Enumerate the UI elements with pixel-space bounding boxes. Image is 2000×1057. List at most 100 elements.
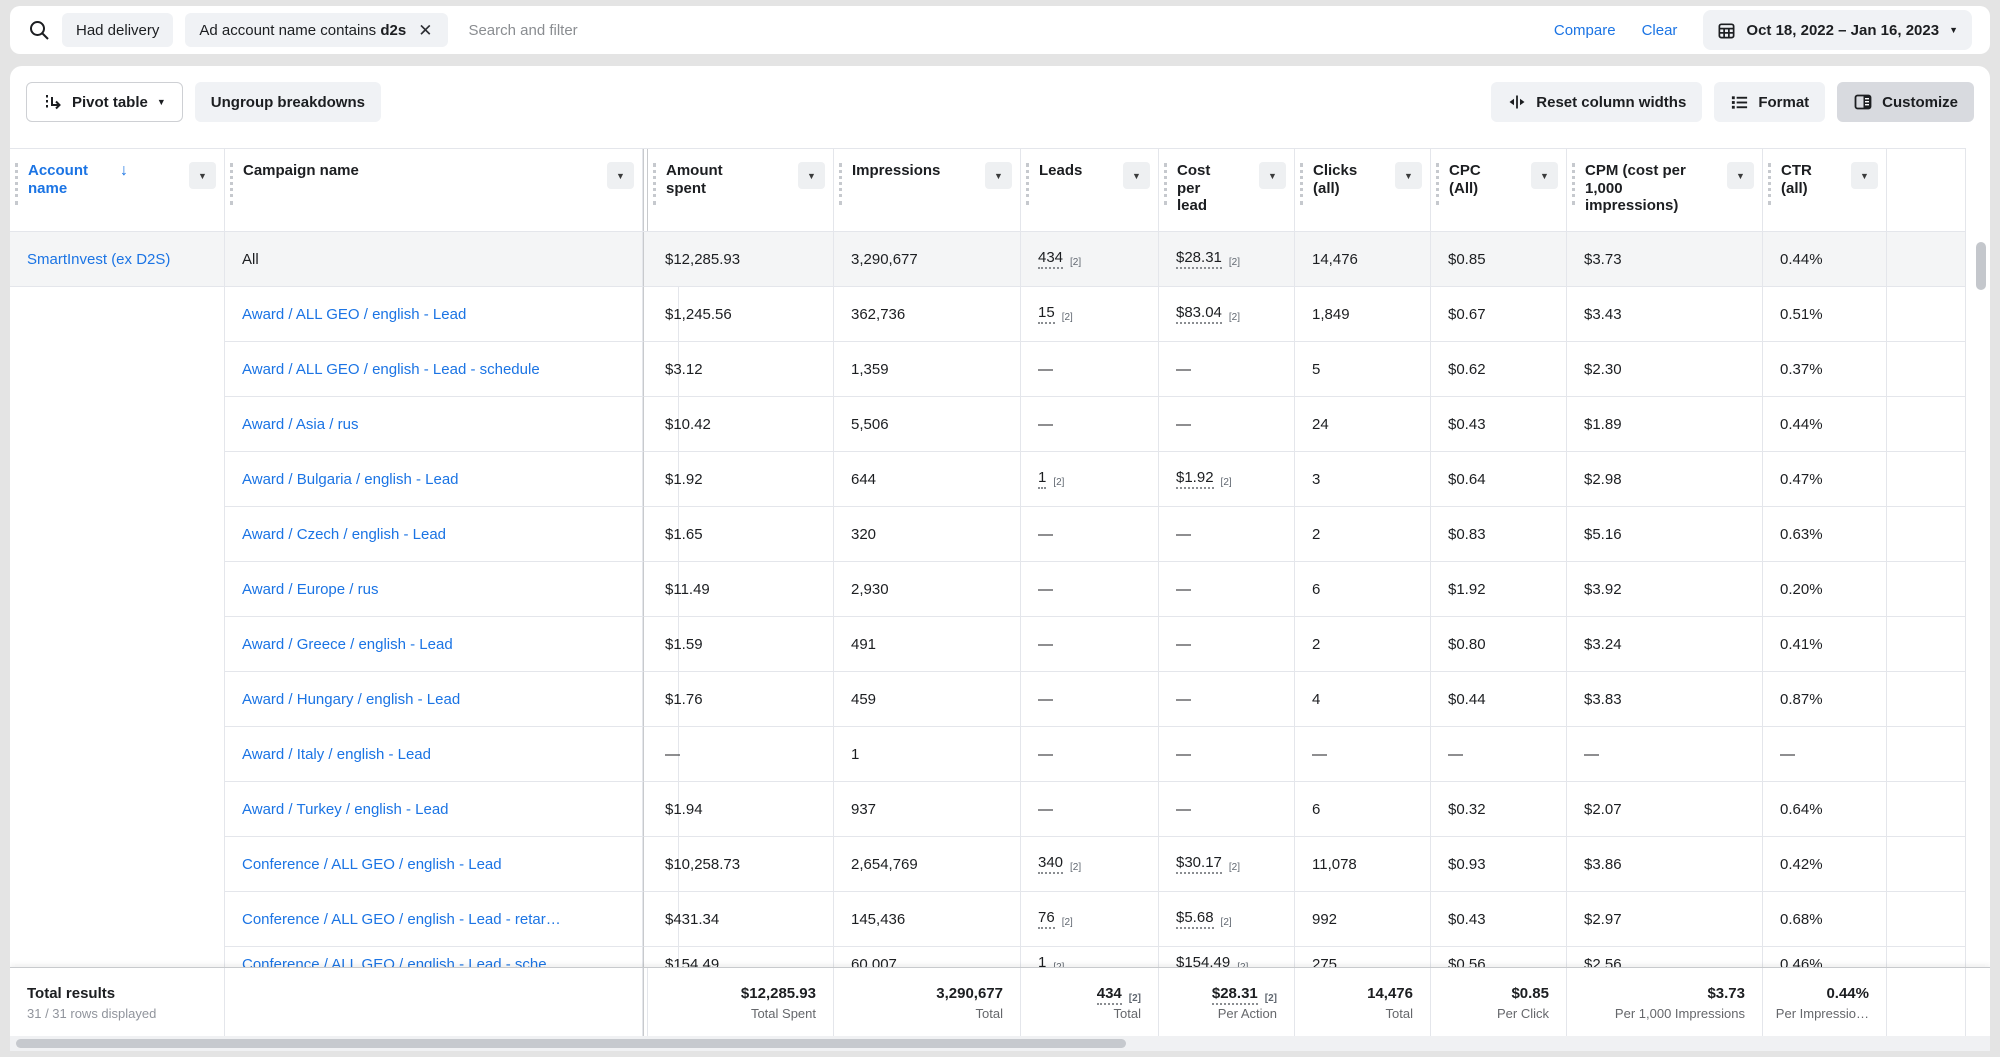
account-name-cell: [10, 892, 225, 947]
table-header-row: Account name ↓ ▼ Campaign name ▼ Amount …: [10, 148, 1966, 232]
column-header-cost-per-lead[interactable]: Cost per lead ▼: [1159, 149, 1295, 231]
metric-value[interactable]: 1: [1038, 954, 1046, 967]
format-button[interactable]: Format: [1714, 82, 1825, 122]
horizontal-scrollbar[interactable]: [10, 1036, 1990, 1051]
metric-cell-impressions: 644: [834, 452, 1021, 507]
column-header-leads[interactable]: Leads ▼: [1021, 149, 1159, 231]
column-menu-button[interactable]: ▼: [1123, 162, 1150, 189]
footer-total-label: Per Impressio…: [1776, 1006, 1869, 1021]
date-range-picker[interactable]: Oct 18, 2022 – Jan 16, 2023 ▼: [1703, 10, 1972, 50]
campaign-name-link[interactable]: Conference / ALL GEO / english - Lead: [242, 856, 502, 873]
campaign-name-link[interactable]: Conference / ALL GEO / english - Lead - …: [242, 956, 562, 968]
metric-cell-impressions: 1,359: [834, 342, 1021, 397]
metric-value: —: [1038, 416, 1053, 433]
campaign-name-link[interactable]: Award / Italy / english - Lead: [242, 746, 431, 763]
column-label: Account name: [28, 162, 114, 197]
footer-total-clicks: 14,476Total: [1295, 968, 1431, 1037]
pivot-table-button[interactable]: Pivot table ▼: [26, 82, 183, 122]
sort-descending-icon[interactable]: ↓: [120, 162, 128, 181]
column-resize-handle[interactable]: [1436, 163, 1439, 205]
metric-value[interactable]: $5.68: [1176, 909, 1214, 929]
column-resize-handle[interactable]: [1768, 163, 1771, 205]
total-results-cell: Total results 31 / 31 rows displayed: [10, 968, 225, 1037]
metric-value[interactable]: $154.49: [1176, 954, 1230, 967]
metric-value[interactable]: $30.17: [1176, 854, 1222, 874]
campaign-name-link[interactable]: Award / Hungary / english - Lead: [242, 691, 460, 708]
campaign-name-link[interactable]: Award / Czech / english - Lead: [242, 526, 446, 543]
filter-chip-had-delivery[interactable]: Had delivery: [62, 13, 173, 47]
search-filter-input[interactable]: [468, 22, 708, 39]
campaign-name-link[interactable]: Award / Bulgaria / english - Lead: [242, 471, 459, 488]
metric-cell-cpm: $3.43: [1567, 287, 1763, 342]
campaign-name-link[interactable]: Award / Greece / english - Lead: [242, 636, 453, 653]
metric-value: $2.97: [1584, 911, 1622, 928]
campaign-name-link[interactable]: Award / Asia / rus: [242, 416, 358, 433]
metric-value[interactable]: 15: [1038, 304, 1055, 324]
clear-link[interactable]: Clear: [1642, 22, 1678, 39]
column-menu-button[interactable]: ▼: [985, 162, 1012, 189]
report-card: Pivot table ▼ Ungroup breakdowns Reset c…: [10, 66, 1990, 1051]
column-menu-button[interactable]: ▼: [1851, 162, 1878, 189]
metric-value[interactable]: $28.31: [1176, 249, 1222, 269]
column-resize-handle[interactable]: [1572, 163, 1575, 205]
metric-value[interactable]: 1: [1038, 469, 1046, 489]
column-resize-handle[interactable]: [1164, 163, 1167, 205]
metric-cell-cpm: $1.89: [1567, 397, 1763, 452]
filter-chip-ad-account[interactable]: Ad account name contains d2s ✕: [185, 13, 448, 47]
metric-cell-cost_per_lead: $28.31[2]: [1159, 232, 1295, 287]
horizontal-scrollbar-thumb[interactable]: [16, 1039, 1126, 1048]
column-menu-button[interactable]: ▼: [189, 162, 216, 189]
column-header-campaign-name[interactable]: Campaign name ▼: [225, 149, 643, 231]
metric-cell-cost_per_lead: —: [1159, 342, 1295, 397]
metric-value[interactable]: 434: [1097, 985, 1122, 1005]
column-resize-handle[interactable]: [230, 163, 233, 205]
ungroup-breakdowns-button[interactable]: Ungroup breakdowns: [195, 82, 381, 122]
campaign-name-link[interactable]: Conference / ALL GEO / english - Lead - …: [242, 911, 561, 928]
metric-value[interactable]: 340: [1038, 854, 1063, 874]
metric-value[interactable]: 76: [1038, 909, 1055, 929]
metric-value[interactable]: $1.92: [1176, 469, 1214, 489]
metric-value: $10.42: [665, 416, 711, 433]
column-header-cpc-all[interactable]: CPC (All) ▼: [1431, 149, 1567, 231]
metric-cell-ctr: 0.87%: [1763, 672, 1887, 727]
vertical-scrollbar-thumb[interactable]: [1976, 242, 1986, 290]
column-resize-handle[interactable]: [839, 163, 842, 205]
metric-value: 5: [1312, 361, 1320, 378]
metric-value: 0.37%: [1780, 361, 1823, 378]
column-resize-handle[interactable]: [15, 163, 18, 205]
column-menu-button[interactable]: ▼: [798, 162, 825, 189]
campaign-name-link[interactable]: Award / ALL GEO / english - Lead - sched…: [242, 361, 540, 378]
column-header-cpm[interactable]: CPM (cost per 1,000 impressions) ▼: [1567, 149, 1763, 231]
campaign-name-text: All: [242, 251, 259, 268]
metric-cell-cost_per_lead: $30.17[2]: [1159, 837, 1295, 892]
column-menu-button[interactable]: ▼: [1395, 162, 1422, 189]
column-header-impressions[interactable]: Impressions ▼: [834, 149, 1021, 231]
customize-button[interactable]: Customize: [1837, 82, 1974, 122]
account-name-link[interactable]: SmartInvest (ex D2S): [27, 251, 170, 268]
metric-value[interactable]: 434: [1038, 249, 1063, 269]
column-resize-handle[interactable]: [653, 163, 656, 205]
reset-column-widths-button[interactable]: Reset column widths: [1491, 82, 1702, 122]
column-header-clicks-all[interactable]: Clicks (all) ▼: [1295, 149, 1431, 231]
campaign-name-link[interactable]: Award / Turkey / english - Lead: [242, 801, 449, 818]
metric-value: 0.63%: [1780, 526, 1823, 543]
row-empty-cell: [1887, 452, 1966, 507]
column-menu-button[interactable]: ▼: [1531, 162, 1558, 189]
column-resize-handle[interactable]: [1026, 163, 1029, 205]
account-name-cell[interactable]: SmartInvest (ex D2S): [10, 232, 225, 287]
footnote-ref: [2]: [1221, 477, 1232, 488]
close-icon[interactable]: ✕: [416, 22, 434, 39]
column-header-account-name[interactable]: Account name ↓ ▼: [10, 149, 225, 231]
column-menu-button[interactable]: ▼: [607, 162, 634, 189]
column-menu-button[interactable]: ▼: [1727, 162, 1754, 189]
column-header-ctr-all[interactable]: CTR (all) ▼: [1763, 149, 1887, 231]
metric-cell-cpm: $2.97: [1567, 892, 1763, 947]
campaign-name-link[interactable]: Award / ALL GEO / english - Lead: [242, 306, 466, 323]
metric-value[interactable]: $28.31: [1212, 985, 1258, 1005]
metric-value[interactable]: $83.04: [1176, 304, 1222, 324]
compare-link[interactable]: Compare: [1554, 22, 1616, 39]
column-menu-button[interactable]: ▼: [1259, 162, 1286, 189]
column-header-amount-spent[interactable]: Amount spent ▼: [648, 149, 834, 231]
campaign-name-link[interactable]: Award / Europe / rus: [242, 581, 378, 598]
column-resize-handle[interactable]: [1300, 163, 1303, 205]
